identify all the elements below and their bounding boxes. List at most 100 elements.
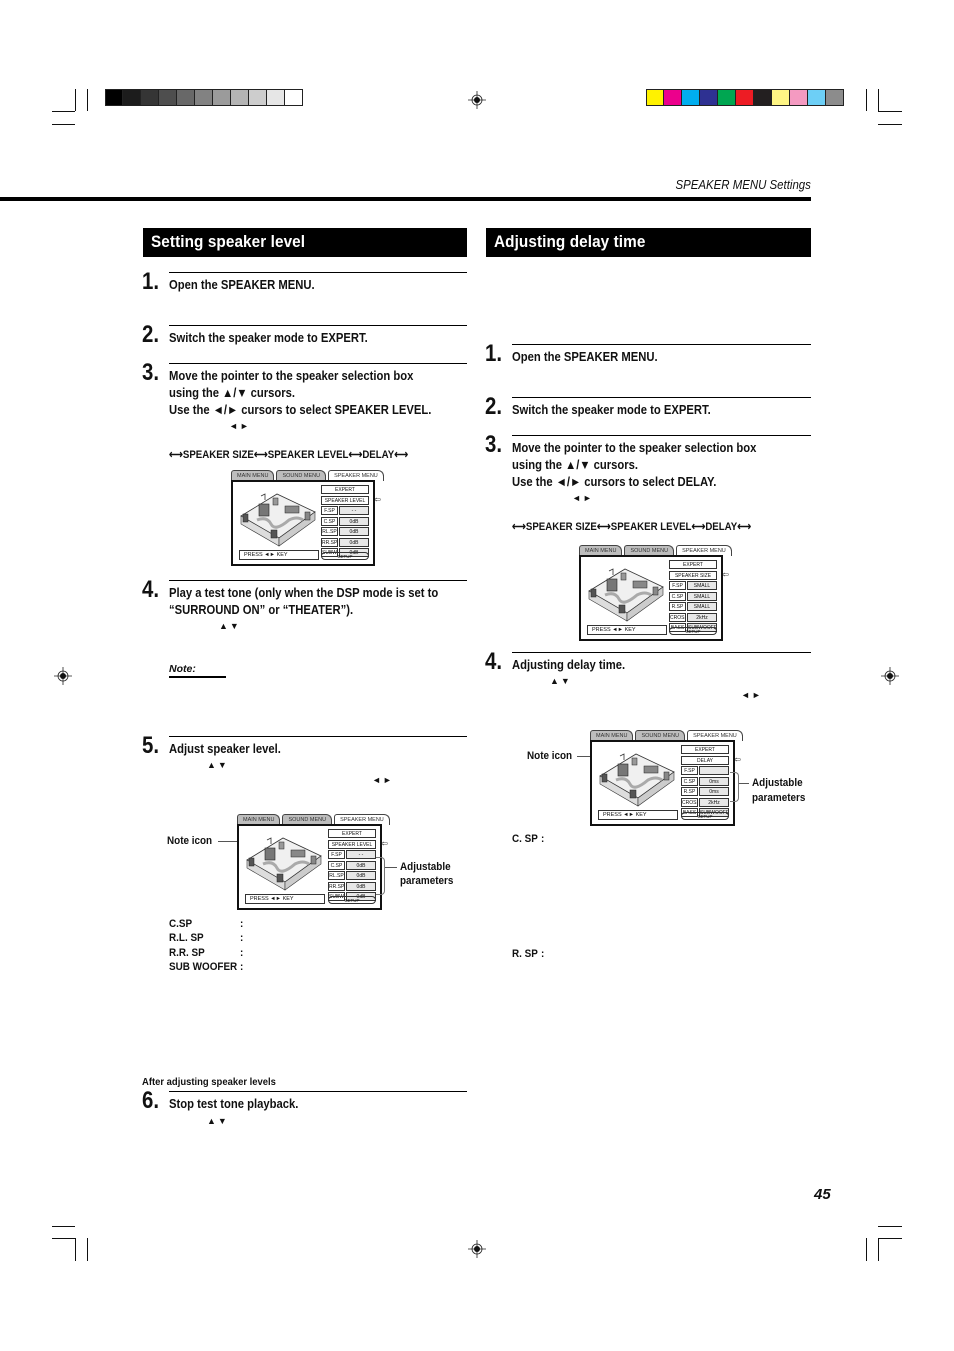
osd-setup-button[interactable]: SETUP [321,552,369,560]
osd-selection-row[interactable]: SPEAKER LEVEL [321,495,369,505]
note-icon-callout: Note icon [167,835,213,847]
calibration-swatch [141,89,159,106]
step-text: using the ▲/▼ cursors. [512,458,639,472]
step-text: Use the ◄/► cursors to select DELAY. [512,475,717,489]
osd-param-value: 0dB [339,527,369,536]
pointer-hand-icon: ⇦ [381,839,388,848]
osd-param-row[interactable]: C.SP 0dB [328,860,376,870]
osd-press-key-hint: PRESS ◄► KEY [587,625,667,635]
param-sep: : [240,947,244,959]
osd-screen: MAIN MENU SOUND MENU SPEAKER MENU PRESS ◄►… [579,545,732,641]
osd-param-value: 2kHz [687,612,717,622]
osd-param-row[interactable]: C.SP 0ms [681,776,729,786]
calibration-swatch [195,89,213,106]
step-text: Switch the speaker mode to EXPERT. [169,331,368,345]
step-rule [169,325,467,326]
osd-selection-row[interactable]: DELAY [681,755,729,765]
osd-screen: MAIN MENU SOUND MENU SPEAKER MENU PRESS ◄►… [231,470,384,566]
osd-param-row[interactable]: C.SP SMALL [669,591,717,601]
osd-settings-list: EXPERT SPEAKER SIZE F.SP SMALL C.SP SMALL R.SP… [669,560,717,634]
param-name: R. SP [512,948,538,960]
osd-param-row[interactable]: RL.SP 0dB [328,871,376,880]
pointer-hand-icon: ⇦ [722,570,729,579]
osd-setup-button[interactable]: SETUP [669,627,717,635]
osd-param-label: F.SP [681,766,698,775]
param-sep: : [240,961,244,973]
osd-selection-value: DELAY [681,755,729,765]
osd-setup-button[interactable]: SETUP [328,896,376,904]
osd-param-row[interactable]: F.SP - - [321,506,369,515]
osd-param-row[interactable]: C.SP 0dB [321,516,369,526]
adjustable-bracket [376,857,385,895]
param-name: R.R. SP [169,947,205,959]
osd-param-value: 0dB [346,871,376,880]
param-name: SUB WOOFER [169,961,238,973]
calibration-swatch [736,89,754,106]
calibration-swatch [249,89,267,106]
osd-selection-row[interactable]: SPEAKER SIZE [669,570,717,580]
calibration-swatch [808,89,826,106]
osd-screen: MAIN MENU SOUND MENU SPEAKER MENU PRESS ◄►… [237,814,390,910]
step-text: Move the pointer to the speaker selectio… [169,369,414,383]
speaker-room-illustration-icon [599,753,675,807]
step-rule [169,272,467,273]
osd-param-value: SMALL [687,591,717,601]
after-adjusting-label: After adjusting speaker levels [142,1076,276,1088]
osd-body: PRESS ◄► KEY EXPERT SPEAKER LEVEL F.SP - - C.… [231,480,381,566]
osd-param-value: - - [346,850,376,859]
crop-mark [52,111,75,112]
osd-param-row[interactable]: CROSSOVER2kHz [669,612,717,622]
calibration-swatch [159,89,177,106]
osd-press-key-hint: PRESS ◄► KEY [245,894,325,904]
osd-param-value: 0ms [699,776,729,786]
registration-mark-icon [54,667,72,685]
osd-param-row[interactable]: R.SP 0ms [681,787,729,796]
osd-param-label: RL.SP [321,527,338,536]
pointer-hand-icon: ⇦ [734,755,741,764]
step-rule [512,435,811,436]
osd-param-row[interactable]: RL.SP 0dB [321,527,369,536]
osd-settings-list: EXPERTDELAYF.SPC.SP0msR.SP0msCROSSOVER2k… [681,745,729,819]
step-text: “SURROUND ON” or “THEATER”). [169,603,354,617]
osd-settings-list: EXPERT SPEAKER LEVEL F.SP - - C.SP 0dB RL.SP 0d… [328,829,376,903]
param-name: C. SP [512,833,538,845]
osd-mode-row[interactable]: EXPERT [669,560,717,569]
osd-selection-value: SPEAKER SIZE [669,570,717,580]
crop-mark [878,124,902,125]
osd-param-value: - - [339,506,369,515]
osd-param-value: 0ms [699,787,729,796]
registration-mark-icon [468,91,486,109]
osd-mode-row[interactable]: EXPERT [681,745,729,754]
calibration-swatch [267,89,285,106]
osd-mode-value: EXPERT [328,829,376,838]
menu-sequence: ⟷SPEAKER SIZE⟷SPEAKER LEVEL⟷DELAY⟷ [512,521,752,533]
calibration-swatch [790,89,808,106]
param-sep: : [240,932,244,944]
osd-selection-row[interactable]: SPEAKER LEVEL [328,839,376,849]
menu-sequence: ⟷SPEAKER SIZE⟷SPEAKER LEVEL⟷DELAY⟷ [169,449,409,461]
calibration-swatch [123,89,141,106]
calibration-swatch [772,89,790,106]
up-down-arrows-icon: ▲▼ [207,1116,229,1126]
osd-param-row[interactable]: F.SP - - [328,850,376,859]
osd-param-label: R.SP [681,787,698,796]
osd-mode-row[interactable]: EXPERT [321,485,369,494]
osd-mode-value: EXPERT [669,560,717,569]
osd-param-row[interactable]: RR.SP 0dB [328,881,376,891]
osd-param-value [699,766,729,775]
osd-setup-button[interactable]: SETUP [681,812,729,820]
adjustable-callout: Adjustable [400,861,451,873]
step-text: Switch the speaker mode to EXPERT. [512,403,711,417]
osd-param-row[interactable]: R.SP SMALL [669,602,717,611]
osd-param-row[interactable]: RR.SP 0dB [321,537,369,547]
step-rule [169,1091,467,1092]
left-right-arrows-icon: ◄► [741,690,763,700]
step-text: Adjusting delay time. [512,658,626,672]
step-number: 5. [142,732,160,759]
osd-param-row[interactable]: F.SP SMALL [669,581,717,590]
osd-press-key-hint: PRESS ◄► KEY [598,810,678,820]
osd-param-value: 0dB [339,537,369,547]
osd-mode-row[interactable]: EXPERT [328,829,376,838]
osd-param-row[interactable]: F.SP [681,766,729,775]
osd-param-row[interactable]: CROSSOVER2kHz [681,797,729,807]
